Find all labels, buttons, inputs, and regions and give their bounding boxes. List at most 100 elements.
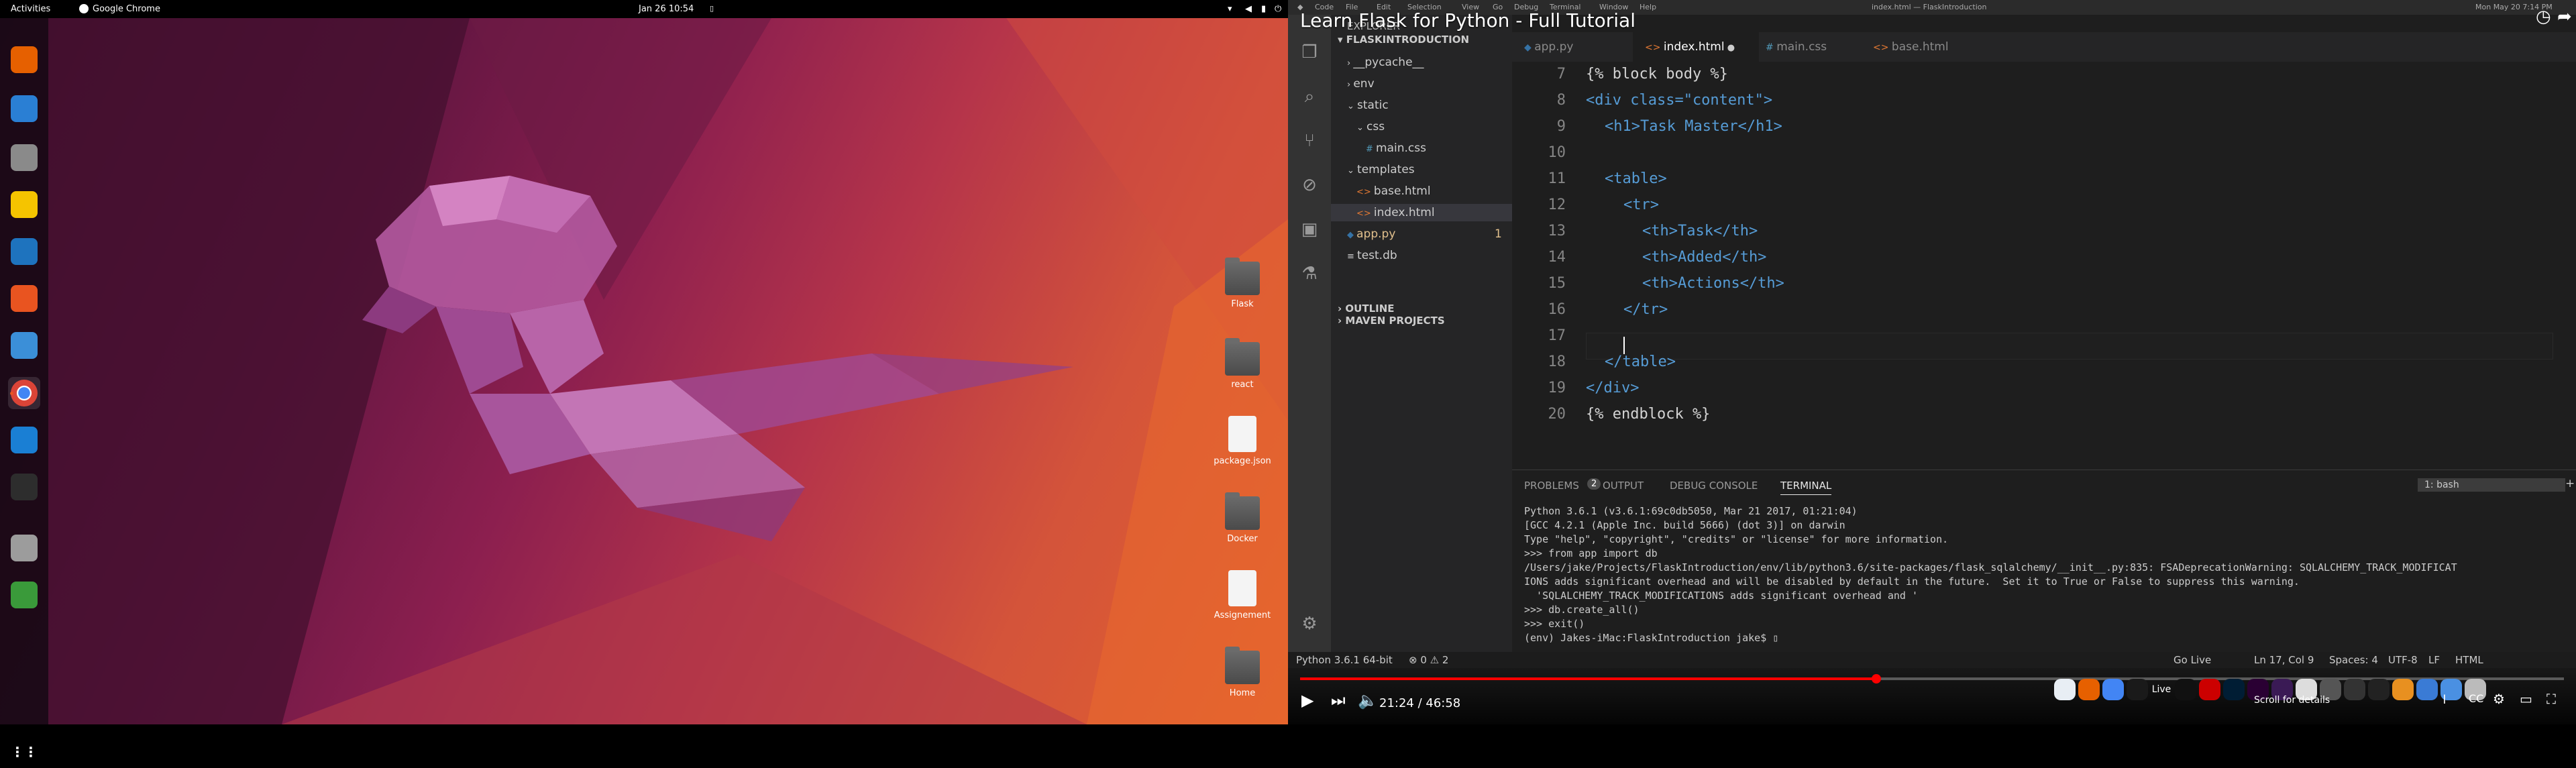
dock-item-help[interactable] (8, 329, 40, 362)
tree-item-static[interactable]: ⌄ static (1347, 97, 1389, 114)
terminal-shell-select[interactable]: 1: bash (2418, 478, 2565, 492)
desktop-icon-home[interactable]: Home (1210, 647, 1275, 698)
problems-count[interactable]: ⊗ 0 ⚠ 2 (1409, 654, 1448, 666)
volume-button[interactable]: 🔈 (1358, 691, 1378, 710)
captions-button[interactable]: CC (2469, 692, 2483, 705)
wifi-icon[interactable]: ▾ (1228, 4, 1232, 14)
youtube-video-player[interactable]: ◆ Code File Edit Selection View Go Debug Termina… (1288, 0, 2576, 724)
progress-scrubber[interactable] (1872, 674, 1882, 683)
file-type-icon: # (1766, 42, 1777, 53)
tree-item-css[interactable]: ⌄ css (1356, 118, 1385, 135)
panel-tab-terminal[interactable]: TERMINAL (1780, 480, 1832, 495)
mac-dock-app-icon[interactable] (2054, 679, 2076, 700)
indent-spaces[interactable]: Spaces: 4 (2329, 654, 2378, 666)
tree-item-main-css[interactable]: # main.css (1366, 140, 1426, 157)
mac-dock-app-icon[interactable] (2078, 679, 2100, 700)
code-editor[interactable]: 7 {% block body %} 8 <div class="content"> 9… (1512, 62, 2576, 464)
tab-app-py[interactable]: ◆ app.py (1512, 32, 1638, 62)
dock-item-rhythmbox[interactable] (8, 188, 40, 221)
mac-dock-app-icon[interactable] (2127, 679, 2148, 700)
settings-icon[interactable]: ⚙ (2493, 691, 2505, 707)
desktop-icon-docker[interactable]: Docker (1210, 492, 1275, 544)
dock-item-trash[interactable] (8, 579, 40, 611)
dock-item-thunderbird[interactable] (8, 93, 40, 125)
dock-item-terminal[interactable] (8, 471, 40, 503)
autoplay-toggle[interactable]: ⏽ (2439, 691, 2450, 707)
dock-item-chrome[interactable] (8, 376, 40, 409)
fullscreen-icon[interactable]: ⛶ (2546, 691, 2556, 707)
tree-item-label: css (1366, 120, 1385, 133)
activities-button[interactable]: Activities (11, 4, 50, 14)
mac-dock-app-icon[interactable] (2368, 679, 2390, 700)
tree-item-env[interactable]: › env (1347, 75, 1375, 93)
tab-index-html[interactable]: <> index.html ● (1633, 32, 1759, 62)
files-icon (11, 144, 38, 171)
battery-icon[interactable]: ▮ (1261, 4, 1266, 14)
tree-item-pycache--[interactable]: › __pycache__ (1347, 54, 1424, 71)
terminal-line: IONS adds significant overhead and will … (1524, 575, 2300, 588)
dock-item-files[interactable] (8, 142, 40, 174)
dock-item-vscode[interactable] (8, 424, 40, 456)
mac-dock-app-icon[interactable] (2392, 679, 2414, 700)
next-button[interactable]: ⏭ (1331, 691, 1346, 710)
maven-section[interactable]: › MAVEN PROJECTS (1338, 315, 1445, 327)
project-root[interactable]: ▾ FLASKINTRODUCTION (1338, 34, 1469, 46)
tree-item-app-py[interactable]: ◆ app.py 1 (1347, 225, 1502, 243)
live-label[interactable]: Live (2151, 679, 2172, 700)
desktop-icon-react[interactable]: react (1210, 338, 1275, 390)
mac-dock-app-icon[interactable] (2175, 679, 2196, 700)
line-ending[interactable]: LF (2428, 654, 2440, 666)
play-button[interactable]: ▶ (1301, 691, 1313, 710)
ubuntu-clock[interactable]: Jan 26 10:54 (639, 4, 694, 14)
desktop-icon-assignement[interactable]: Assignement (1210, 570, 1275, 620)
tree-item-index-html[interactable]: <> index.html (1331, 204, 1538, 221)
editor-window-title: index.html — FlaskIntroduction (1872, 3, 1987, 11)
dock-item-firefox[interactable] (8, 44, 40, 76)
panel-tab-output[interactable]: OUTPUT (1603, 480, 1644, 492)
tree-item-base-html[interactable]: <> base.html (1356, 182, 1431, 200)
search-icon[interactable]: ⌕ (1297, 85, 1322, 109)
dock-item-disks[interactable] (8, 532, 40, 564)
python-interpreter[interactable]: Python 3.6.1 64-bit (1296, 654, 1393, 666)
mac-dock-app-icon[interactable] (2223, 679, 2245, 700)
mac-menu-help[interactable]: Help (1640, 3, 1656, 11)
go-live-button[interactable]: Go Live (2174, 654, 2211, 666)
add-terminal-icon[interactable]: + (2565, 477, 2575, 490)
tree-item-templates[interactable]: ⌄ templates (1347, 161, 1415, 178)
test-icon[interactable]: ⚗ (1297, 262, 1322, 286)
dock-item-writer[interactable] (8, 235, 40, 268)
focused-app-label[interactable]: Google Chrome (93, 4, 160, 14)
video-title[interactable]: Learn Flask for Python - Full Tutorial (1300, 9, 1635, 32)
volume-icon[interactable]: ◀ (1245, 4, 1252, 14)
desktop-icon-package-json[interactable]: package.json (1210, 416, 1275, 466)
folder-file-type-icon: ⌄ (1347, 166, 1358, 176)
debug-icon[interactable]: ⊘ (1297, 173, 1322, 197)
settings-gear-icon[interactable]: ⚙ (1297, 612, 1322, 636)
share-icon[interactable]: ➦ (2557, 7, 2572, 27)
dock-item-app-grid[interactable]: ⋮⋮ (8, 736, 40, 768)
desktop-icon-flask[interactable]: Flask (1210, 258, 1275, 309)
power-icon[interactable]: ⏻ (1275, 4, 1281, 14)
outline-section[interactable]: › OUTLINE (1338, 303, 1395, 315)
watch-later-icon[interactable]: ◷ (2536, 7, 2551, 27)
tree-item-label: test.db (1357, 249, 1397, 262)
explorer-sidebar: EXPLORER ▾ FLASKINTRODUCTION › __pycache… (1331, 15, 1538, 652)
mac-dock-app-icon[interactable] (2416, 679, 2438, 700)
dock-item-software[interactable] (8, 282, 40, 315)
tree-item-test-db[interactable]: ≡ test.db (1347, 247, 1397, 264)
language-mode[interactable]: HTML (2455, 654, 2483, 666)
unsaved-dot-icon[interactable]: ● (1725, 43, 1735, 53)
panel-tab-problems[interactable]: PROBLEMS (1524, 480, 1579, 492)
miniplayer-icon[interactable]: ▭ (2520, 691, 2532, 707)
panel-tab-debug-console[interactable]: DEBUG CONSOLE (1670, 480, 1758, 492)
encoding[interactable]: UTF-8 (2388, 654, 2418, 666)
mac-dock-app-icon[interactable] (2344, 679, 2365, 700)
source-control-icon[interactable]: ⑂ (1297, 129, 1322, 153)
tab-base-html[interactable]: <> base.html (1861, 32, 1987, 62)
mac-dock-app-icon[interactable] (2199, 679, 2220, 700)
mac-dock-app-icon[interactable] (2102, 679, 2124, 700)
cursor-position[interactable]: Ln 17, Col 9 (2254, 654, 2314, 666)
explorer-icon[interactable]: ❐ (1297, 40, 1322, 64)
extensions-icon[interactable]: ▣ (1297, 217, 1322, 241)
code-line: <tr> (1623, 197, 1659, 213)
